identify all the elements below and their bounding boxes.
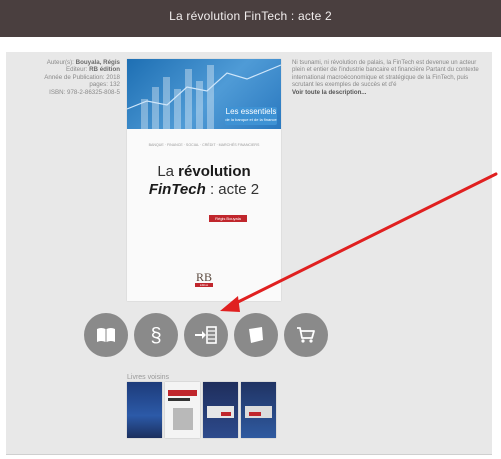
- book-icon: [97, 328, 115, 342]
- legal-button[interactable]: §: [134, 313, 178, 357]
- editor-row: Editeur: RB édition: [66, 66, 120, 74]
- book-description: Ni tsunami, ni révolution de palais, la …: [292, 59, 488, 96]
- cover-author-tag: Régis Bouyala: [209, 215, 247, 222]
- neighbor-book-1[interactable]: [127, 382, 162, 438]
- cover-title-line2: FinTech : acte 2: [148, 181, 260, 198]
- neighbor-books-label: Livres voisins: [127, 374, 170, 381]
- editor-value[interactable]: RB édition: [89, 66, 120, 73]
- publisher-logo: RB édition: [195, 270, 213, 287]
- buy-button[interactable]: [284, 313, 328, 357]
- neighbor-book-2-cover: [165, 382, 200, 438]
- page-title: La révolution FinTech : acte 2: [169, 9, 332, 23]
- isbn-row: ISBN: 978-2-86325-808-5: [49, 88, 120, 96]
- year-row: Année de Publication: 2018: [44, 73, 120, 81]
- read-button[interactable]: [84, 313, 128, 357]
- svg-text:§: §: [150, 325, 161, 346]
- page-icon: [249, 327, 263, 343]
- author-value[interactable]: Bouyala, Régis: [76, 59, 120, 66]
- section-icon: §: [150, 325, 161, 346]
- neighbor-book-4[interactable]: [241, 382, 276, 438]
- pages-row: pages: 132: [89, 81, 120, 89]
- book-cover[interactable]: Les essentiels de la banque et de la fin…: [127, 59, 281, 301]
- neighbor-book-4-cover: [245, 406, 272, 418]
- excerpt-button[interactable]: [234, 313, 278, 357]
- book-metadata: Auteur(s): Bouyala, Régis Editeur: RB éd…: [14, 59, 120, 96]
- see-full-description-link[interactable]: Voir toute la description...: [292, 89, 488, 96]
- neighbor-book-3[interactable]: [203, 382, 238, 438]
- cover-tags: BANQUE · FINANCE · SOCIAL · CRÉDIT · MAR…: [148, 143, 260, 147]
- header-bar: La révolution FinTech : acte 2: [0, 0, 501, 37]
- neighbor-book-3-cover: [207, 406, 234, 418]
- cover-title-line1: La révolution: [157, 163, 251, 180]
- author-row: Auteur(s): Bouyala, Régis: [46, 59, 120, 66]
- toc-icon: [195, 326, 217, 344]
- cart-icon: [297, 327, 315, 343]
- book-panel: Auteur(s): Bouyala, Régis Editeur: RB éd…: [6, 52, 492, 455]
- neighbor-book-2[interactable]: [165, 382, 200, 438]
- collection-badge: Les essentiels de la banque et de la fin…: [225, 107, 277, 125]
- table-of-contents-button[interactable]: [184, 313, 228, 357]
